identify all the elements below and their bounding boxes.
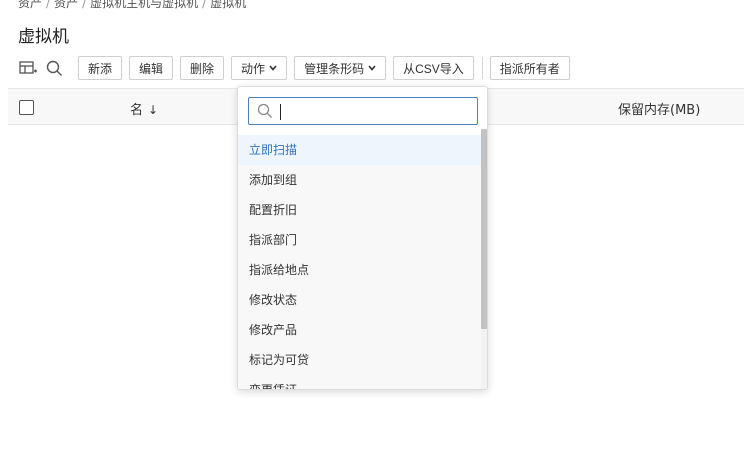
edit-button[interactable]: 编辑	[129, 56, 174, 80]
new-button[interactable]: 新添	[78, 56, 123, 80]
toolbar-divider	[481, 57, 483, 79]
sort-arrow-icon: ↓	[148, 103, 159, 117]
scrollbar-thumb[interactable]	[481, 129, 487, 329]
menu-item-assign-location[interactable]: 指派给地点	[238, 255, 481, 285]
actions-dropdown: 立即扫描 添加到组 配置折旧 指派部门 指派给地点 修改状态 修改产品 标记为可…	[237, 86, 488, 390]
import-csv-button[interactable]: 从CSV导入	[393, 56, 474, 80]
select-all-checkbox[interactable]	[19, 100, 34, 115]
chevron-down-icon	[368, 63, 376, 73]
column-name-label: 名	[130, 103, 144, 118]
menu-item-add-to-group[interactable]: 添加到组	[238, 165, 481, 195]
breadcrumb-separator: /	[202, 0, 207, 10]
column-header-name[interactable]: 名 ↓	[130, 99, 158, 118]
breadcrumb-separator: /	[46, 0, 51, 10]
breadcrumb: 资产 / 资产 / 虚拟机主机与虚拟机 / 虚拟机	[18, 0, 246, 11]
breadcrumb-item-vm: 虚拟机	[210, 0, 247, 10]
manage-barcode-label: 管理条形码	[304, 61, 365, 76]
actions-menu-list: 立即扫描 添加到组 配置折旧 指派部门 指派给地点 修改状态 修改产品 标记为可…	[238, 135, 481, 389]
actions-search-input[interactable]	[279, 101, 469, 121]
menu-item-mark-loanable[interactable]: 标记为可贷	[238, 345, 481, 375]
menu-item-change-product[interactable]: 修改产品	[238, 315, 481, 345]
table-columns-icon[interactable]	[18, 58, 38, 78]
search-icon	[257, 103, 273, 123]
delete-button[interactable]: 删除	[180, 56, 225, 80]
actions-button-label: 动作	[241, 61, 266, 76]
breadcrumb-item-assets-2[interactable]: 资产	[54, 0, 78, 10]
text-cursor	[280, 104, 281, 120]
menu-item-change-credentials[interactable]: 变更凭证	[238, 375, 481, 389]
manage-barcode-button[interactable]: 管理条形码	[294, 56, 387, 80]
breadcrumb-separator: /	[82, 0, 87, 10]
menu-item-change-status[interactable]: 修改状态	[238, 285, 481, 315]
breadcrumb-item-assets[interactable]: 资产	[18, 0, 42, 10]
chevron-down-icon	[269, 63, 277, 73]
page-title: 虚拟机	[18, 27, 69, 47]
assign-owner-button[interactable]: 指派所有者	[489, 56, 570, 80]
breadcrumb-item-vm-hosts[interactable]: 虚拟机主机与虚拟机	[90, 0, 198, 10]
menu-item-configure-depreciation[interactable]: 配置折旧	[238, 195, 481, 225]
menu-item-assign-department[interactable]: 指派部门	[238, 225, 481, 255]
column-header-reserved-memory[interactable]: 保留内存(MB)	[618, 99, 700, 118]
actions-button[interactable]: 动作	[231, 56, 288, 80]
actions-search-box[interactable]	[248, 97, 478, 125]
menu-item-scan-now[interactable]: 立即扫描	[238, 135, 481, 165]
search-icon[interactable]	[44, 58, 64, 78]
toolbar: 新添 编辑 删除 动作 管理条形码 从CSV导入 指派所有者	[18, 55, 577, 81]
